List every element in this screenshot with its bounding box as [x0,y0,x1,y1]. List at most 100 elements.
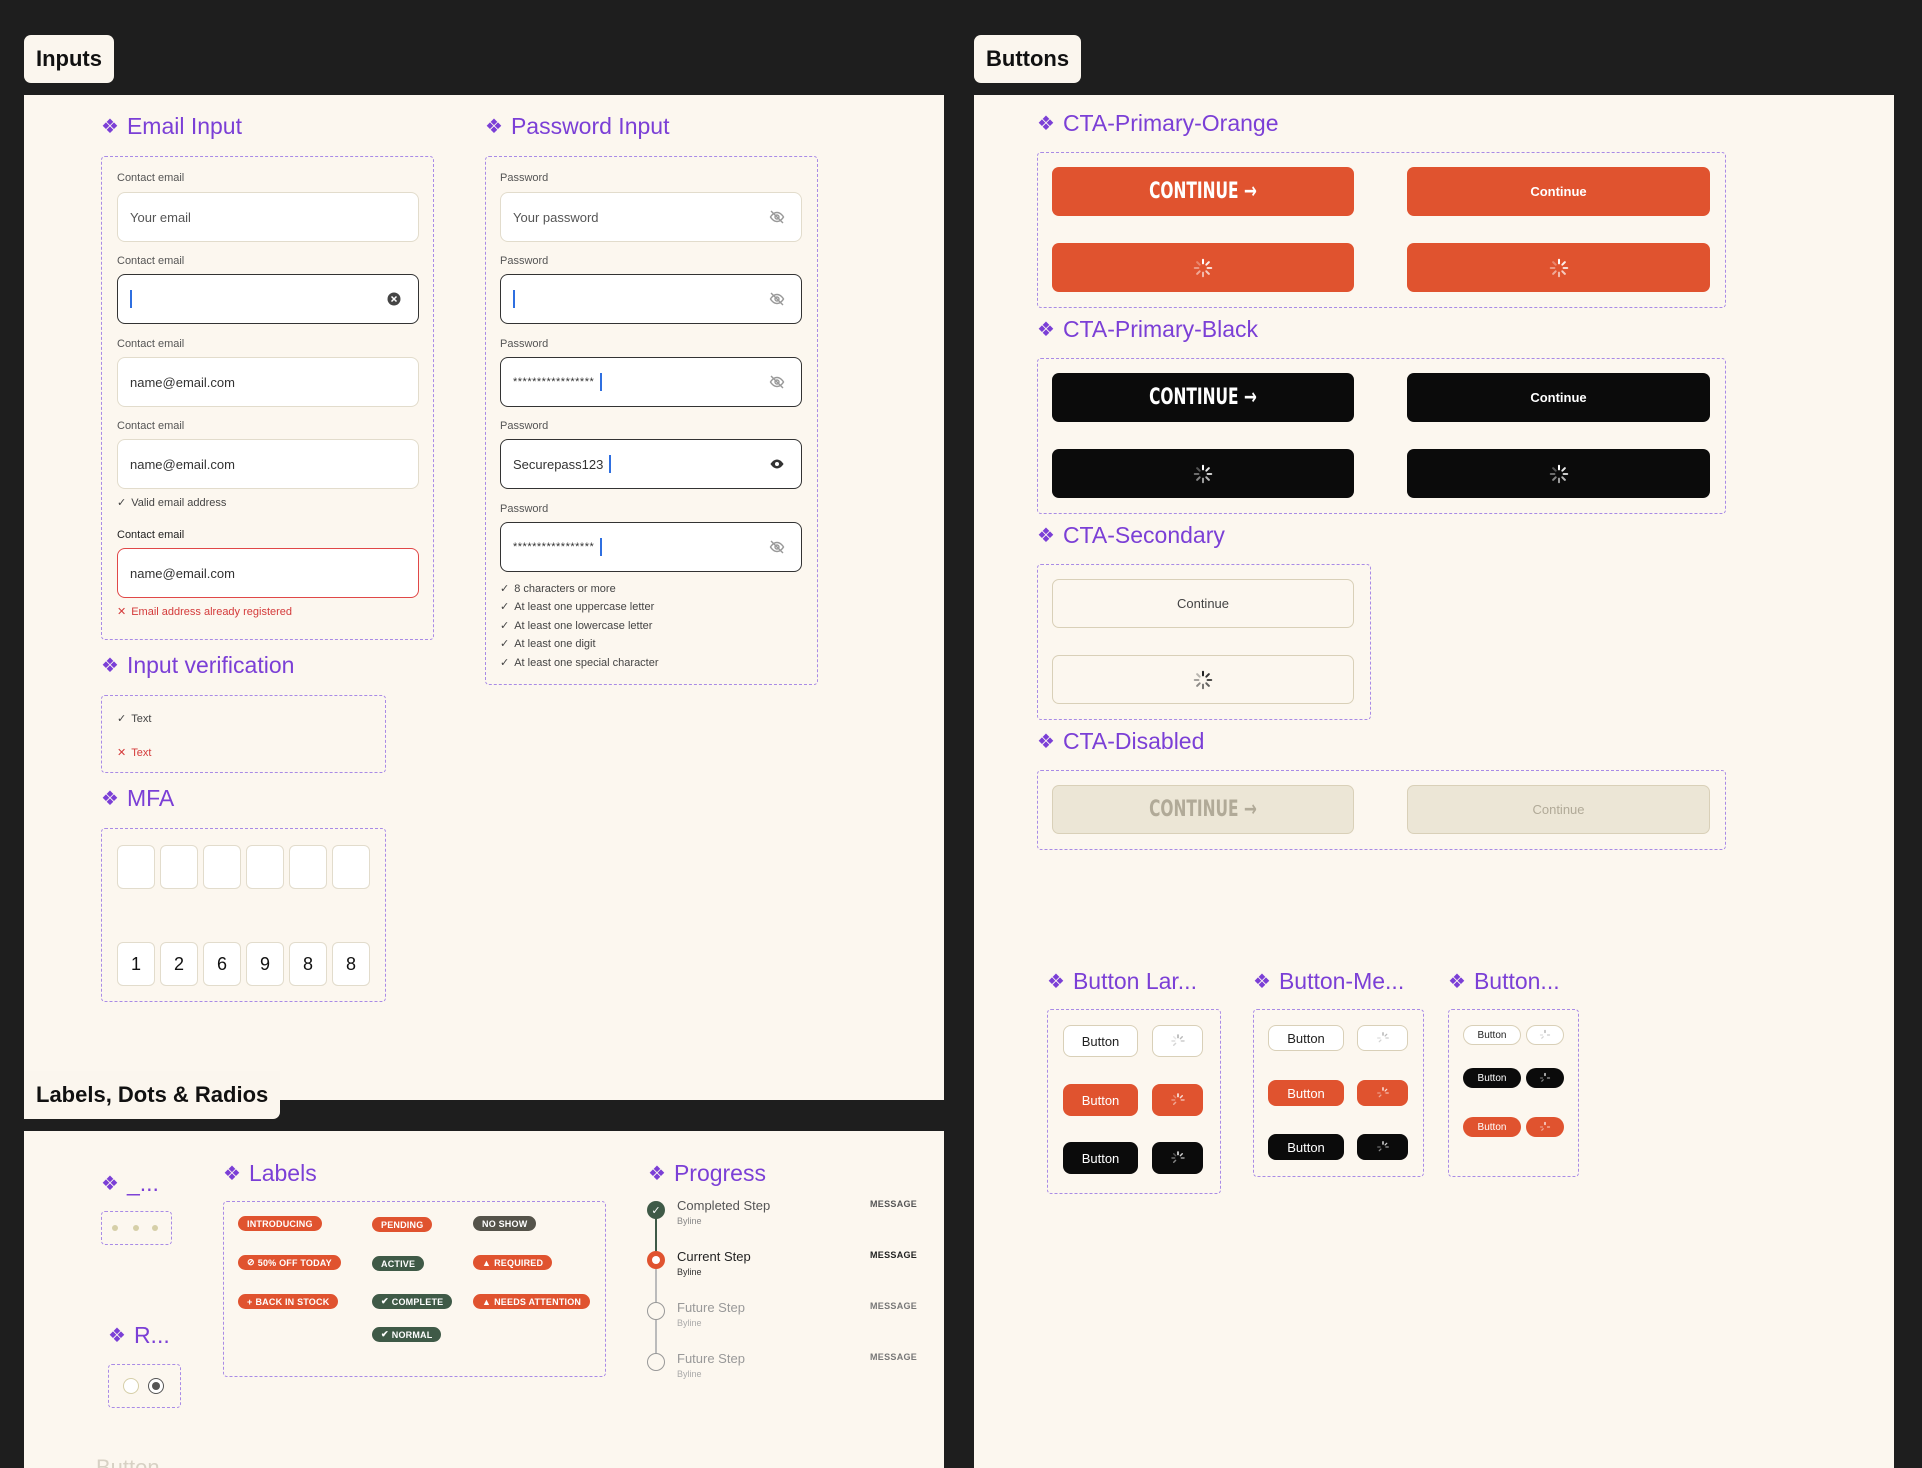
spinner-icon [1170,1093,1185,1105]
button-medium-black[interactable]: Button [1268,1134,1344,1160]
otp-box[interactable]: 1 [117,942,155,986]
eye-icon[interactable] [769,456,785,472]
otp-box[interactable]: 2 [160,942,198,986]
email-field-default[interactable]: Your email [117,192,419,242]
loading-button-medium-orange[interactable] [1357,1080,1408,1106]
email-input-title: ❖ Email Input [101,113,242,139]
radio-unchecked[interactable] [123,1378,139,1394]
otp-box-empty[interactable] [289,845,327,889]
password-label: Password [500,338,549,350]
loading-button-small-orange[interactable] [1526,1117,1564,1137]
spinner-icon [1376,1141,1389,1152]
component-icon: ❖ [648,1163,666,1185]
step-current-icon [647,1251,665,1269]
mfa-title: ❖ MFA [101,785,175,811]
otp-box[interactable]: 8 [289,942,327,986]
cta-black-title: ❖ CTA-Primary-Black [1037,316,1259,342]
label-pending: PENDING [372,1217,433,1232]
step-future-icon [647,1353,665,1371]
radios-frame [108,1364,181,1408]
labels-section-label: Labels, Dots & Radios [24,1071,281,1119]
button-medium-orange[interactable]: Button [1268,1080,1344,1106]
password-field-masked-2[interactable]: ***************** [500,522,802,572]
otp-box-empty[interactable] [117,845,155,889]
eye-off-icon[interactable] [769,539,785,555]
password-field-default[interactable]: Your password [500,192,802,242]
buttons-section-label: Buttons [974,35,1082,83]
cta-orange-title: ❖ CTA-Primary-Orange [1037,110,1279,136]
email-field-valid[interactable]: name@email.com [117,439,419,489]
loading-button-black[interactable] [1052,449,1354,498]
component-icon: ❖ [108,1325,126,1347]
step-title: Completed Step [677,1198,771,1213]
button-small-orange[interactable]: Button [1463,1117,1521,1137]
radio-checked[interactable] [148,1378,164,1394]
continue-button-disabled-cond: CONTINUE → [1052,785,1354,834]
continue-button-black[interactable]: Continue [1407,373,1710,422]
button-large-orange[interactable]: Button [1063,1084,1138,1116]
label-discount: ⊘ 50% OFF TODAY [238,1255,341,1270]
otp-box-empty[interactable] [332,845,370,889]
clear-icon[interactable] [386,291,402,307]
loading-button-orange[interactable] [1052,243,1354,292]
password-rule: ✓ 8 characters or more [500,582,616,596]
check-icon: ✓ [117,713,127,725]
step-future-icon [647,1302,665,1320]
password-field-focused[interactable] [500,274,802,324]
loading-button-secondary[interactable] [1052,655,1354,704]
loading-button-large-orange[interactable] [1152,1084,1203,1116]
eye-off-icon[interactable] [769,374,785,390]
continue-button-secondary[interactable]: Continue [1052,579,1354,628]
loading-button-medium-black[interactable] [1357,1134,1408,1160]
spinner-icon [1376,1032,1389,1043]
button-large-black[interactable]: Button [1063,1142,1138,1174]
loading-button-large-black[interactable] [1152,1142,1203,1174]
labels-title: ❖ Labels [223,1160,317,1186]
warning-icon: ▲ [482,1257,492,1268]
label-active: ACTIVE [372,1256,425,1271]
loading-button-black[interactable] [1407,449,1710,498]
spinner-icon [1170,1034,1185,1046]
email-field-filled[interactable]: name@email.com [117,357,419,407]
continue-button-orange[interactable]: Continue [1407,167,1710,216]
otp-box-empty[interactable] [246,845,284,889]
password-field-masked[interactable]: ***************** [500,357,802,407]
loading-button-large-white[interactable] [1152,1025,1203,1057]
component-icon: ❖ [223,1163,241,1185]
verification-frame [101,695,386,773]
label-back-in-stock: + BACK IN STOCK [238,1294,339,1309]
otp-box-empty[interactable] [203,845,241,889]
loading-button-small-white[interactable] [1526,1025,1564,1045]
component-icon: ❖ [1037,731,1055,753]
email-label: Contact email [117,255,185,267]
button-small-black[interactable]: Button [1463,1068,1521,1088]
radios-title: ❖ R... [108,1322,170,1348]
step-message: MESSAGE [870,1301,918,1311]
otp-box[interactable]: 6 [203,942,241,986]
email-field-focused[interactable] [117,274,419,324]
continue-button-black-cond[interactable]: CONTINUE → [1052,373,1354,422]
loading-button-medium-white[interactable] [1357,1025,1408,1051]
eye-off-icon[interactable] [769,209,785,225]
check-icon: ✓ [500,638,510,650]
otp-box[interactable]: 8 [332,942,370,986]
loading-button-orange[interactable] [1407,243,1710,292]
continue-button-orange-cond[interactable]: CONTINUE → [1052,167,1354,216]
button-small-white[interactable]: Button [1463,1025,1521,1045]
otp-box[interactable]: 9 [246,942,284,986]
otp-box-empty[interactable] [160,845,198,889]
cross-icon: ✕ [117,747,127,759]
loading-button-small-black[interactable] [1526,1068,1564,1088]
button-medium-white[interactable]: Button [1268,1025,1344,1051]
cta-secondary-title: ❖ CTA-Secondary [1037,522,1225,548]
password-rule: ✓ At least one lowercase letter [500,619,653,633]
button-large-white[interactable]: Button [1063,1025,1138,1057]
email-field-error[interactable]: name@email.com [117,548,419,598]
component-icon: ❖ [101,788,119,810]
component-icon: ❖ [1253,971,1271,993]
password-rule: ✓ At least one uppercase letter [500,600,655,614]
input-verification-title: ❖ Input verification [101,652,295,678]
eye-off-icon[interactable] [769,291,785,307]
password-label: Password [500,503,549,515]
password-field-visible[interactable]: Securepass123 [500,439,802,489]
